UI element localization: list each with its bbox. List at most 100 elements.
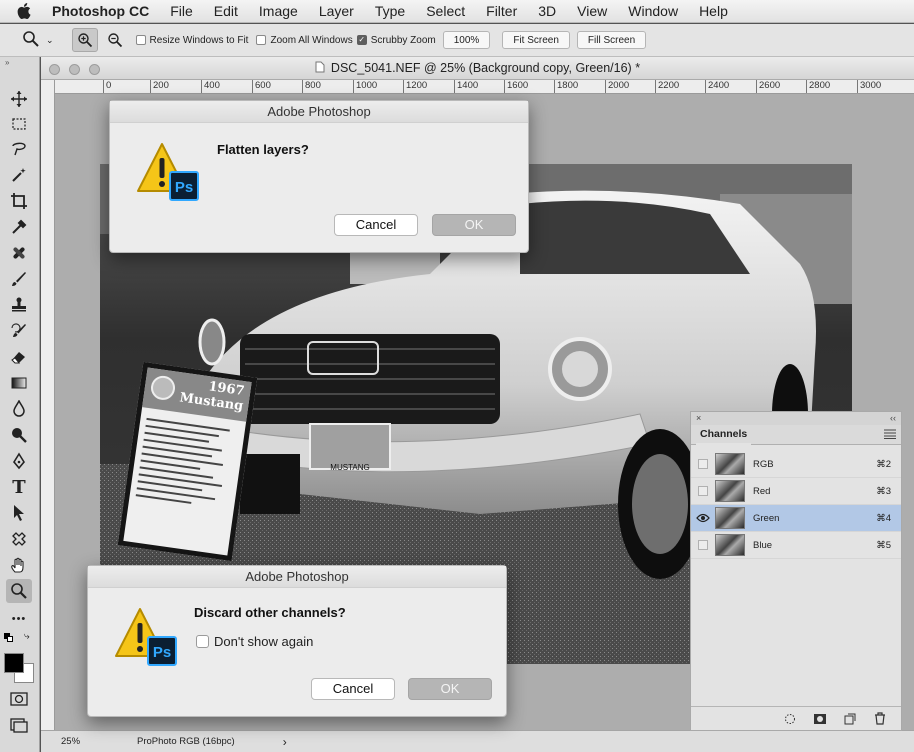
marquee-tool[interactable] [6, 112, 32, 136]
move-tool[interactable] [6, 87, 32, 111]
zoom-all-checkbox[interactable] [256, 35, 267, 45]
visibility-toggle[interactable] [698, 486, 708, 496]
channels-panel: × ‹‹ Channels RGB ⌘2 Red ⌘3 Green ⌘4 Blu… [690, 411, 902, 731]
ps-badge-text: Ps [153, 644, 171, 661]
menu-type[interactable]: Type [375, 3, 405, 19]
gradient-tool[interactable] [6, 371, 32, 395]
fit-screen-button[interactable]: Fit Screen [502, 31, 570, 49]
fill-screen-button[interactable]: Fill Screen [576, 31, 647, 49]
menu-help[interactable]: Help [699, 3, 728, 19]
screen-mode-button[interactable] [6, 713, 32, 737]
channel-thumbnail [715, 480, 745, 502]
channel-row-rgb[interactable]: RGB ⌘2 [691, 451, 901, 478]
options-bar: ⌄ Resize Windows to Fit Zoom All Windows… [0, 24, 914, 57]
dialog-message: Discard other channels? [194, 605, 346, 620]
blur-tool[interactable] [6, 397, 32, 421]
sign-emblem-icon [149, 374, 177, 402]
dont-show-again-option[interactable]: Don't show again [196, 634, 313, 649]
chevron-down-icon: ⌄ [46, 34, 54, 45]
channel-row-blue[interactable]: Blue ⌘5 [691, 532, 901, 559]
resize-windows-checkbox[interactable] [135, 35, 146, 45]
menu-window[interactable]: Window [628, 3, 678, 19]
foreground-color-swatch[interactable] [4, 653, 24, 673]
new-channel-icon[interactable] [843, 712, 857, 726]
brush-icon [12, 272, 26, 286]
panel-close-button[interactable]: × [696, 412, 701, 425]
eye-icon[interactable] [695, 510, 711, 526]
custom-shape-tool[interactable] [6, 527, 32, 551]
crop-tool[interactable] [6, 189, 32, 213]
zoom-level[interactable]: 25% [61, 736, 137, 747]
hand-tool[interactable] [6, 553, 32, 577]
menu-view[interactable]: View [577, 3, 607, 19]
vertical-ruler[interactable] [41, 80, 55, 735]
tools-panel-header[interactable]: » [0, 57, 39, 68]
channel-row-red[interactable]: Red ⌘3 [691, 478, 901, 505]
menu-image[interactable]: Image [259, 3, 298, 19]
channel-shortcut: ⌘4 [876, 512, 891, 524]
quick-mask-button[interactable] [6, 687, 32, 711]
panel-menu-icon[interactable] [884, 427, 896, 442]
hand-icon [11, 557, 24, 573]
horizontal-ruler[interactable]: 0 200 400 600 800 1000 1200 1400 1600 18… [55, 80, 914, 94]
default-colors-icon[interactable] [4, 633, 14, 643]
dont-show-again-checkbox[interactable] [196, 635, 209, 648]
tool-preset-picker[interactable]: ⌄ [22, 30, 54, 51]
zoom-tool[interactable] [6, 579, 32, 603]
scrubby-zoom-checkbox[interactable]: ✓ [356, 35, 367, 45]
visibility-toggle[interactable] [698, 459, 708, 469]
ps-badge-text: Ps [175, 179, 193, 196]
type-tool[interactable]: T [6, 475, 32, 499]
load-selection-icon[interactable] [783, 712, 797, 726]
panel-collapse-button[interactable]: ‹‹ [890, 412, 896, 425]
ruler-label: 2800 [806, 80, 830, 93]
eraser-tool[interactable] [6, 345, 32, 369]
clone-stamp-tool[interactable] [6, 293, 32, 317]
cancel-button[interactable]: Cancel [334, 214, 418, 236]
eyedropper-tool[interactable] [6, 215, 32, 239]
menu-layer[interactable]: Layer [319, 3, 354, 19]
zoom-out-button[interactable] [102, 28, 128, 52]
ruler-label: 1400 [454, 80, 478, 93]
edit-toolbar-button[interactable]: ••• [6, 607, 32, 631]
save-selection-icon[interactable] [813, 712, 827, 726]
menu-edit[interactable]: Edit [214, 3, 238, 19]
zoom-100-button[interactable]: 100% [442, 31, 491, 49]
document-titlebar[interactable]: DSC_5041.NEF @ 25% (Background copy, Gre… [41, 57, 914, 80]
swap-colors-icon[interactable]: ⤷ [24, 631, 30, 642]
path-selection-tool[interactable] [6, 501, 32, 525]
menu-filter[interactable]: Filter [486, 3, 517, 19]
history-brush-tool[interactable] [6, 319, 32, 343]
ok-button[interactable]: OK [408, 678, 492, 700]
menu-select[interactable]: Select [426, 3, 465, 19]
apple-icon[interactable] [14, 1, 34, 21]
zoom-window-button[interactable] [89, 64, 100, 75]
minimize-window-button[interactable] [69, 64, 80, 75]
magic-wand-tool[interactable] [6, 163, 32, 187]
status-menu-arrow[interactable]: › [283, 735, 287, 749]
menu-3d[interactable]: 3D [538, 3, 556, 19]
brush-tool[interactable] [6, 267, 32, 291]
zoom-in-button[interactable] [71, 28, 98, 52]
close-window-button[interactable] [49, 64, 60, 75]
ruler-label: 2000 [605, 80, 629, 93]
trash-icon[interactable] [873, 712, 887, 726]
eyedropper-icon [12, 219, 27, 234]
document-icon [315, 61, 325, 76]
app-menu[interactable]: Photoshop CC [52, 3, 149, 19]
resize-windows-option[interactable]: Resize Windows to Fit [135, 35, 248, 46]
flatten-layers-dialog: Adobe Photoshop Ps Flatten layers? Cance… [109, 100, 529, 253]
tab-channels[interactable]: Channels [696, 425, 752, 445]
ok-button[interactable]: OK [432, 214, 516, 236]
lasso-tool[interactable] [6, 137, 32, 161]
healing-brush-tool[interactable] [6, 241, 32, 265]
tools-panel: » T ••• ⤷ [0, 57, 40, 752]
dodge-tool[interactable] [6, 423, 32, 447]
pen-tool[interactable] [6, 449, 32, 473]
scrubby-zoom-option[interactable]: ✓ Scrubby Zoom [356, 35, 436, 46]
channel-row-green[interactable]: Green ⌘4 [691, 505, 901, 532]
cancel-button[interactable]: Cancel [311, 678, 395, 700]
zoom-all-option[interactable]: Zoom All Windows [256, 35, 353, 46]
menu-file[interactable]: File [170, 3, 193, 19]
visibility-toggle[interactable] [698, 540, 708, 550]
